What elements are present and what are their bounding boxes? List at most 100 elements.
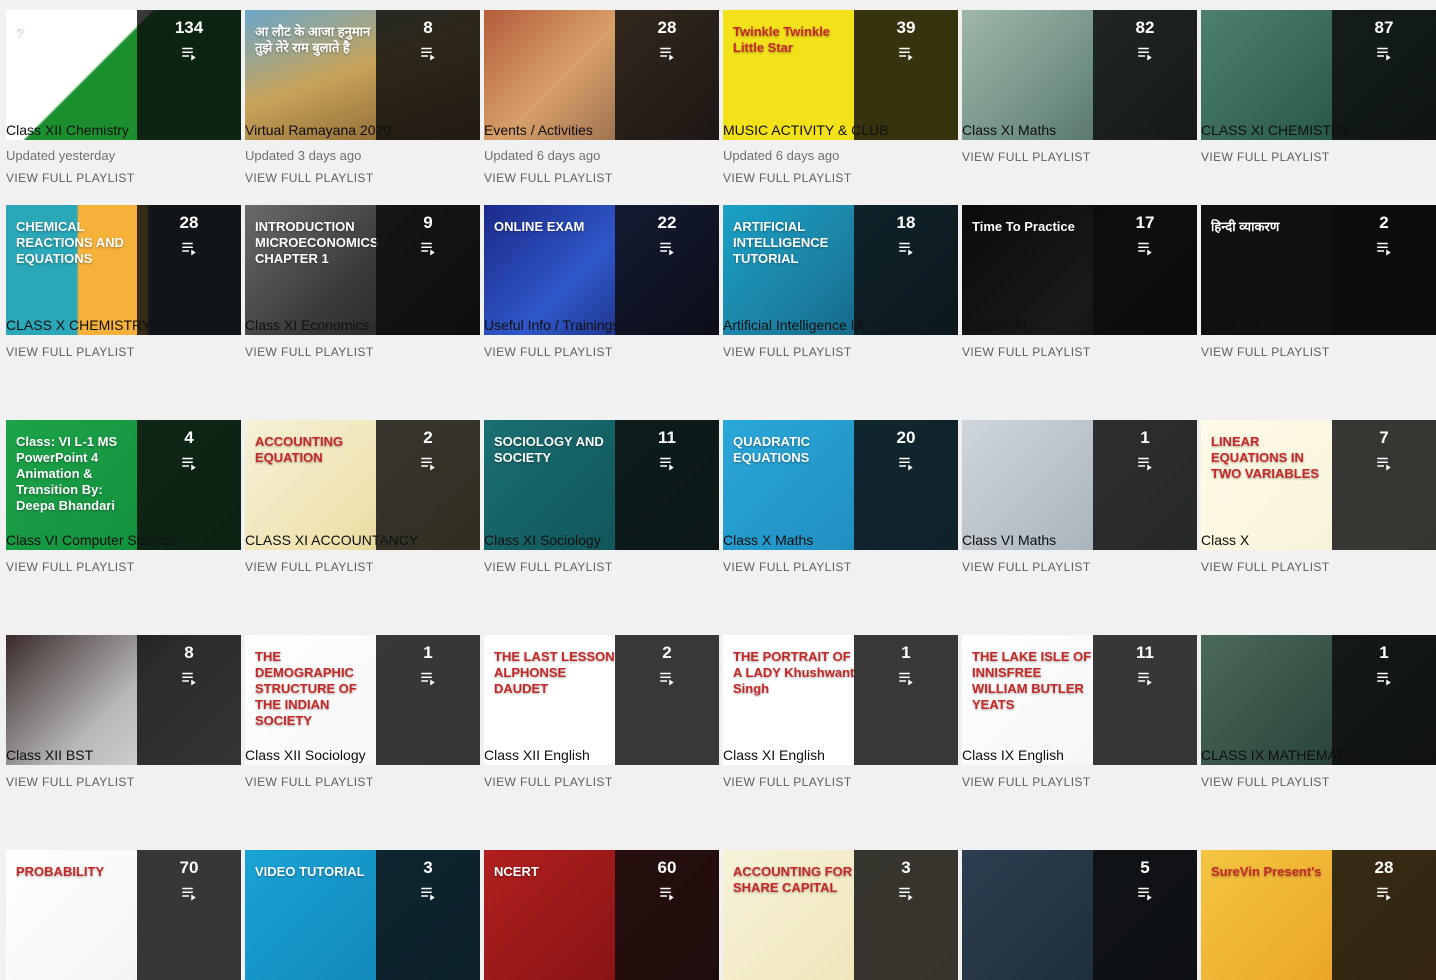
video-count: 1 bbox=[1140, 428, 1150, 447]
playlist-title[interactable]: Class XI English bbox=[723, 746, 955, 764]
playlist-title[interactable]: Class XII Chemistry bbox=[6, 121, 238, 139]
playlist-thumbnail[interactable]: SureVin Present's 28 bbox=[1201, 850, 1436, 980]
playlist-title[interactable]: Class XI Economics bbox=[245, 316, 477, 334]
playlist-title[interactable]: CLASS IX MATHEMATICS bbox=[1201, 746, 1433, 764]
view-full-playlist-link[interactable]: VIEW FULL PLAYLIST bbox=[6, 345, 135, 360]
view-full-playlist-link[interactable]: VIEW FULL PLAYLIST bbox=[1201, 560, 1330, 575]
view-full-playlist-link[interactable]: VIEW FULL PLAYLIST bbox=[962, 150, 1091, 165]
view-full-playlist-link[interactable]: VIEW FULL PLAYLIST bbox=[723, 775, 852, 790]
view-full-playlist-link[interactable]: VIEW FULL PLAYLIST bbox=[484, 171, 613, 186]
view-full-playlist-link[interactable]: VIEW FULL PLAYLIST bbox=[962, 560, 1091, 575]
video-count: 17 bbox=[1135, 213, 1155, 232]
view-full-playlist-link[interactable]: VIEW FULL PLAYLIST bbox=[1201, 345, 1330, 360]
thumbnail-caption: ARTIFICIAL INTELLIGENCE TUTORIAL bbox=[733, 219, 829, 266]
video-count: 20 bbox=[896, 428, 916, 447]
playlist-title[interactable]: Class XI Maths bbox=[962, 121, 1194, 139]
video-count: 11 bbox=[1136, 643, 1154, 662]
playlist-title[interactable]: Artificial Intelligence IX bbox=[723, 316, 955, 334]
video-count: 2 bbox=[662, 643, 672, 662]
playlist-queue-icon bbox=[419, 44, 437, 62]
playlist-queue-icon bbox=[1375, 884, 1393, 902]
video-count: 1 bbox=[901, 643, 911, 662]
view-full-playlist-link[interactable]: VIEW FULL PLAYLIST bbox=[484, 560, 613, 575]
video-count: 5 bbox=[1140, 858, 1150, 877]
playlist-queue-icon bbox=[1375, 454, 1393, 472]
playlist-count-overlay: 3 bbox=[854, 850, 958, 980]
thumbnail-caption: ACCOUNTING EQUATION bbox=[255, 434, 344, 465]
video-count: 87 bbox=[1374, 18, 1394, 37]
playlist-title[interactable]: Class IX English bbox=[962, 746, 1194, 764]
video-count: 8 bbox=[184, 643, 194, 662]
playlist-title[interactable]: Class 4th bbox=[1201, 316, 1433, 334]
thumbnail-caption: PROBABILITY bbox=[16, 864, 105, 879]
playlist-title[interactable]: CLASS XI ACCOUNTANCY bbox=[245, 531, 477, 549]
view-full-playlist-link[interactable]: VIEW FULL PLAYLIST bbox=[1201, 775, 1330, 790]
thumbnail-caption: आ लौट के आजा हनुमान तुझे तेरे राम बुलाते… bbox=[255, 24, 371, 55]
playlist-queue-icon bbox=[897, 884, 915, 902]
playlist-title[interactable]: Class XII BST bbox=[6, 746, 238, 764]
video-count: 3 bbox=[901, 858, 911, 877]
playlist-queue-icon bbox=[897, 669, 915, 687]
playlist-title[interactable]: MUSIC ACTIVITY & CLUB bbox=[723, 121, 955, 139]
view-full-playlist-link[interactable]: VIEW FULL PLAYLIST bbox=[723, 171, 852, 186]
playlist-queue-icon bbox=[1136, 884, 1154, 902]
playlist-thumbnail[interactable]: NCERT 60 bbox=[484, 850, 719, 980]
view-full-playlist-link[interactable]: VIEW FULL PLAYLIST bbox=[962, 345, 1091, 360]
playlist-queue-icon bbox=[419, 239, 437, 257]
updated-time: Updated 3 days ago bbox=[245, 148, 362, 163]
playlist-title[interactable]: Class XII English bbox=[484, 746, 716, 764]
view-full-playlist-link[interactable]: VIEW FULL PLAYLIST bbox=[245, 345, 374, 360]
playlist-count-overlay: 28 bbox=[1332, 850, 1436, 980]
view-full-playlist-link[interactable]: VIEW FULL PLAYLIST bbox=[6, 560, 135, 575]
playlist-queue-icon bbox=[180, 884, 198, 902]
playlist-title[interactable]: Class X Maths bbox=[723, 531, 955, 549]
playlist-count-overlay: 70 bbox=[137, 850, 241, 980]
playlist-queue-icon bbox=[1375, 239, 1393, 257]
thumbnail-caption: SureVin Present's bbox=[1211, 864, 1322, 879]
playlist-queue-icon bbox=[419, 884, 437, 902]
updated-time: Updated 6 days ago bbox=[484, 148, 601, 163]
video-count: 1 bbox=[1379, 643, 1389, 662]
view-full-playlist-link[interactable]: VIEW FULL PLAYLIST bbox=[6, 775, 135, 790]
playlist-title[interactable]: CLASS XI CHEMISTRY bbox=[1201, 121, 1433, 139]
playlist-queue-icon bbox=[1375, 669, 1393, 687]
playlist-queue-icon bbox=[897, 44, 915, 62]
view-full-playlist-link[interactable]: VIEW FULL PLAYLIST bbox=[245, 171, 374, 186]
playlist-title[interactable]: Events / Activities bbox=[484, 121, 716, 139]
view-full-playlist-link[interactable]: VIEW FULL PLAYLIST bbox=[245, 560, 374, 575]
playlist-queue-icon bbox=[658, 239, 676, 257]
video-count: 11 bbox=[658, 428, 676, 447]
thumbnail-caption: ONLINE EXAM bbox=[494, 219, 585, 234]
video-count: 39 bbox=[896, 18, 916, 37]
playlist-title[interactable]: Useful Info / Trainings bbox=[484, 316, 716, 334]
playlist-count-overlay: 3 bbox=[376, 850, 480, 980]
video-count: 60 bbox=[657, 858, 677, 877]
view-full-playlist-link[interactable]: VIEW FULL PLAYLIST bbox=[6, 171, 135, 186]
playlist-thumbnail[interactable]: ACCOUNTING FOR SHARE CAPITAL 3 bbox=[723, 850, 958, 980]
playlist-queue-icon bbox=[180, 44, 198, 62]
video-count: 1 bbox=[423, 643, 433, 662]
thumbnail-caption: ? bbox=[16, 24, 24, 39]
playlist-title[interactable]: Class X bbox=[1201, 531, 1433, 549]
playlist-thumbnail[interactable]: PROBABILITY 70 bbox=[6, 850, 241, 980]
view-full-playlist-link[interactable]: VIEW FULL PLAYLIST bbox=[962, 775, 1091, 790]
playlist-title[interactable]: Class XII Sociology bbox=[245, 746, 477, 764]
playlist-thumbnail[interactable]: 5 bbox=[962, 850, 1197, 980]
view-full-playlist-link[interactable]: VIEW FULL PLAYLIST bbox=[723, 560, 852, 575]
playlist-queue-icon bbox=[658, 454, 676, 472]
playlist-title[interactable]: Class XI Sociology bbox=[484, 531, 716, 549]
thumbnail-caption: THE LAKE ISLE OF INNISFREE WILLIAM BUTLE… bbox=[972, 649, 1092, 712]
view-full-playlist-link[interactable]: VIEW FULL PLAYLIST bbox=[484, 345, 613, 360]
video-count: 22 bbox=[657, 213, 677, 232]
playlist-thumbnail[interactable]: VIDEO TUTORIAL 3 bbox=[245, 850, 480, 980]
view-full-playlist-link[interactable]: VIEW FULL PLAYLIST bbox=[245, 775, 374, 790]
view-full-playlist-link[interactable]: VIEW FULL PLAYLIST bbox=[1201, 150, 1330, 165]
playlist-title[interactable]: Class X AI bbox=[962, 316, 1194, 334]
playlist-title[interactable]: Virtual Ramayana 2020 bbox=[245, 121, 477, 139]
view-full-playlist-link[interactable]: VIEW FULL PLAYLIST bbox=[484, 775, 613, 790]
thumbnail-caption: Class: VI L-1 MS PowerPoint 4 Animation … bbox=[16, 434, 118, 513]
playlist-title[interactable]: Class VI Maths bbox=[962, 531, 1194, 549]
playlist-title[interactable]: Class VI Computer Science bbox=[6, 531, 238, 549]
playlist-title[interactable]: CLASS X CHEMISTRY bbox=[6, 316, 238, 334]
view-full-playlist-link[interactable]: VIEW FULL PLAYLIST bbox=[723, 345, 852, 360]
